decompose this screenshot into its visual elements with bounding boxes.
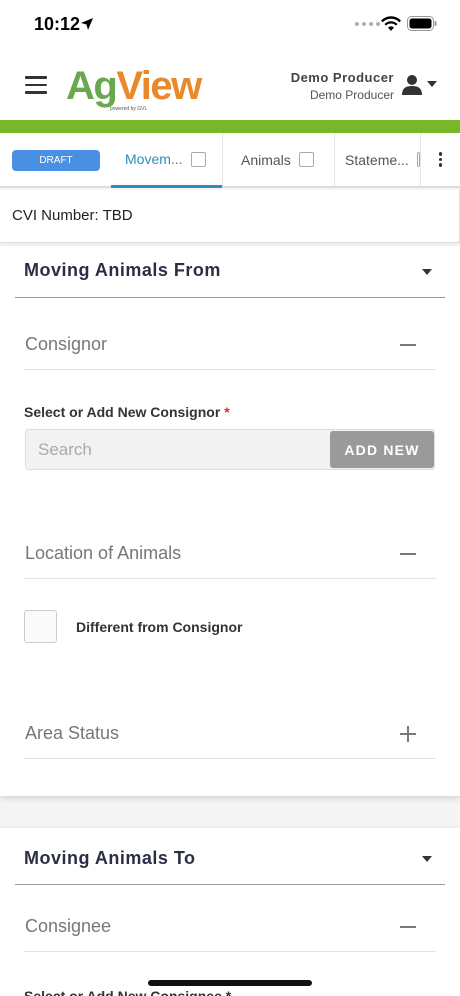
- user-org[interactable]: Demo Producer: [310, 88, 394, 102]
- home-indicator: [148, 980, 312, 986]
- consignee-field-label: Select or Add New Consignee *: [24, 988, 232, 996]
- tab-animals-checkbox: [298, 152, 314, 167]
- moving-from-title[interactable]: Moving Animals From: [24, 260, 221, 281]
- battery-icon: [407, 16, 437, 31]
- consignor-search-group: ADD NEW: [25, 429, 435, 470]
- brand-bar: [0, 120, 460, 133]
- agview-logo: AgView powered by GVL: [66, 64, 202, 114]
- moving-from-card: Moving Animals From Consignor Select or …: [0, 246, 460, 796]
- user-menu-caret-icon[interactable]: [427, 81, 437, 87]
- collapse-minus-icon[interactable]: [400, 553, 416, 555]
- consignor-section-header[interactable]: Consignor: [24, 326, 436, 370]
- signal-icon: [355, 22, 380, 26]
- app-header: AgView powered by GVL Demo Producer Demo…: [0, 52, 460, 120]
- status-time: 10:12: [34, 14, 81, 34]
- moving-to-card: Moving Animals To Consignee: [0, 828, 460, 996]
- divider: [15, 884, 445, 885]
- required-asterisk: *: [224, 404, 230, 420]
- tab-movement[interactable]: Movem...: [111, 133, 222, 188]
- location-section-header[interactable]: Location of Animals: [24, 535, 436, 579]
- divider: [15, 297, 445, 298]
- tab-movement-checkbox: [190, 151, 206, 167]
- area-status-section-header[interactable]: Area Status: [24, 715, 436, 759]
- collapse-minus-icon[interactable]: [400, 926, 416, 928]
- tab-animals[interactable]: Animals: [222, 133, 334, 186]
- consignee-section-header[interactable]: Consignee: [24, 908, 436, 952]
- cvi-number: CVI Number: TBD: [12, 207, 133, 224]
- wifi-icon: [381, 16, 401, 31]
- collapse-caret-icon[interactable]: [422, 269, 432, 275]
- different-from-consignor-checkbox[interactable]: [24, 610, 57, 643]
- tab-statement-label: Stateme...: [345, 151, 409, 168]
- tab-bar: DRAFT Movem... Animals Stateme...: [0, 133, 460, 188]
- location-section-label: Location of Animals: [25, 543, 182, 563]
- consignor-section-label: Consignor: [25, 334, 108, 354]
- expand-plus-icon[interactable]: [400, 726, 416, 742]
- more-vertical-icon[interactable]: [420, 133, 460, 186]
- collapse-caret-icon[interactable]: [422, 856, 432, 862]
- logo-powered-by: powered by GVL: [110, 106, 148, 112]
- collapse-minus-icon[interactable]: [400, 344, 416, 346]
- consignor-search-input[interactable]: [26, 430, 331, 469]
- user-icon[interactable]: [402, 74, 422, 96]
- different-from-consignor-label[interactable]: Different from Consignor: [76, 619, 242, 635]
- cvi-number-row: CVI Number: TBD: [0, 190, 460, 243]
- moving-to-title[interactable]: Moving Animals To: [24, 848, 196, 869]
- draft-badge: DRAFT: [12, 150, 100, 171]
- consignor-field-label: Select or Add New Consignor *: [24, 404, 230, 420]
- location-arrow-icon: [81, 18, 93, 30]
- tab-statement[interactable]: Stateme...: [334, 133, 420, 186]
- tab-animals-label: Animals: [241, 151, 291, 168]
- status-bar: 10:12: [0, 0, 460, 52]
- logo-ag: Ag: [66, 64, 118, 108]
- add-new-consignor-button[interactable]: ADD NEW: [330, 431, 434, 468]
- menu-icon[interactable]: [25, 76, 47, 94]
- logo-view: View: [116, 64, 202, 108]
- tab-movement-label: Movem...: [125, 151, 183, 167]
- user-name[interactable]: Demo Producer: [291, 70, 394, 85]
- consignee-section-label: Consignee: [25, 916, 112, 936]
- area-status-section-label: Area Status: [25, 723, 120, 743]
